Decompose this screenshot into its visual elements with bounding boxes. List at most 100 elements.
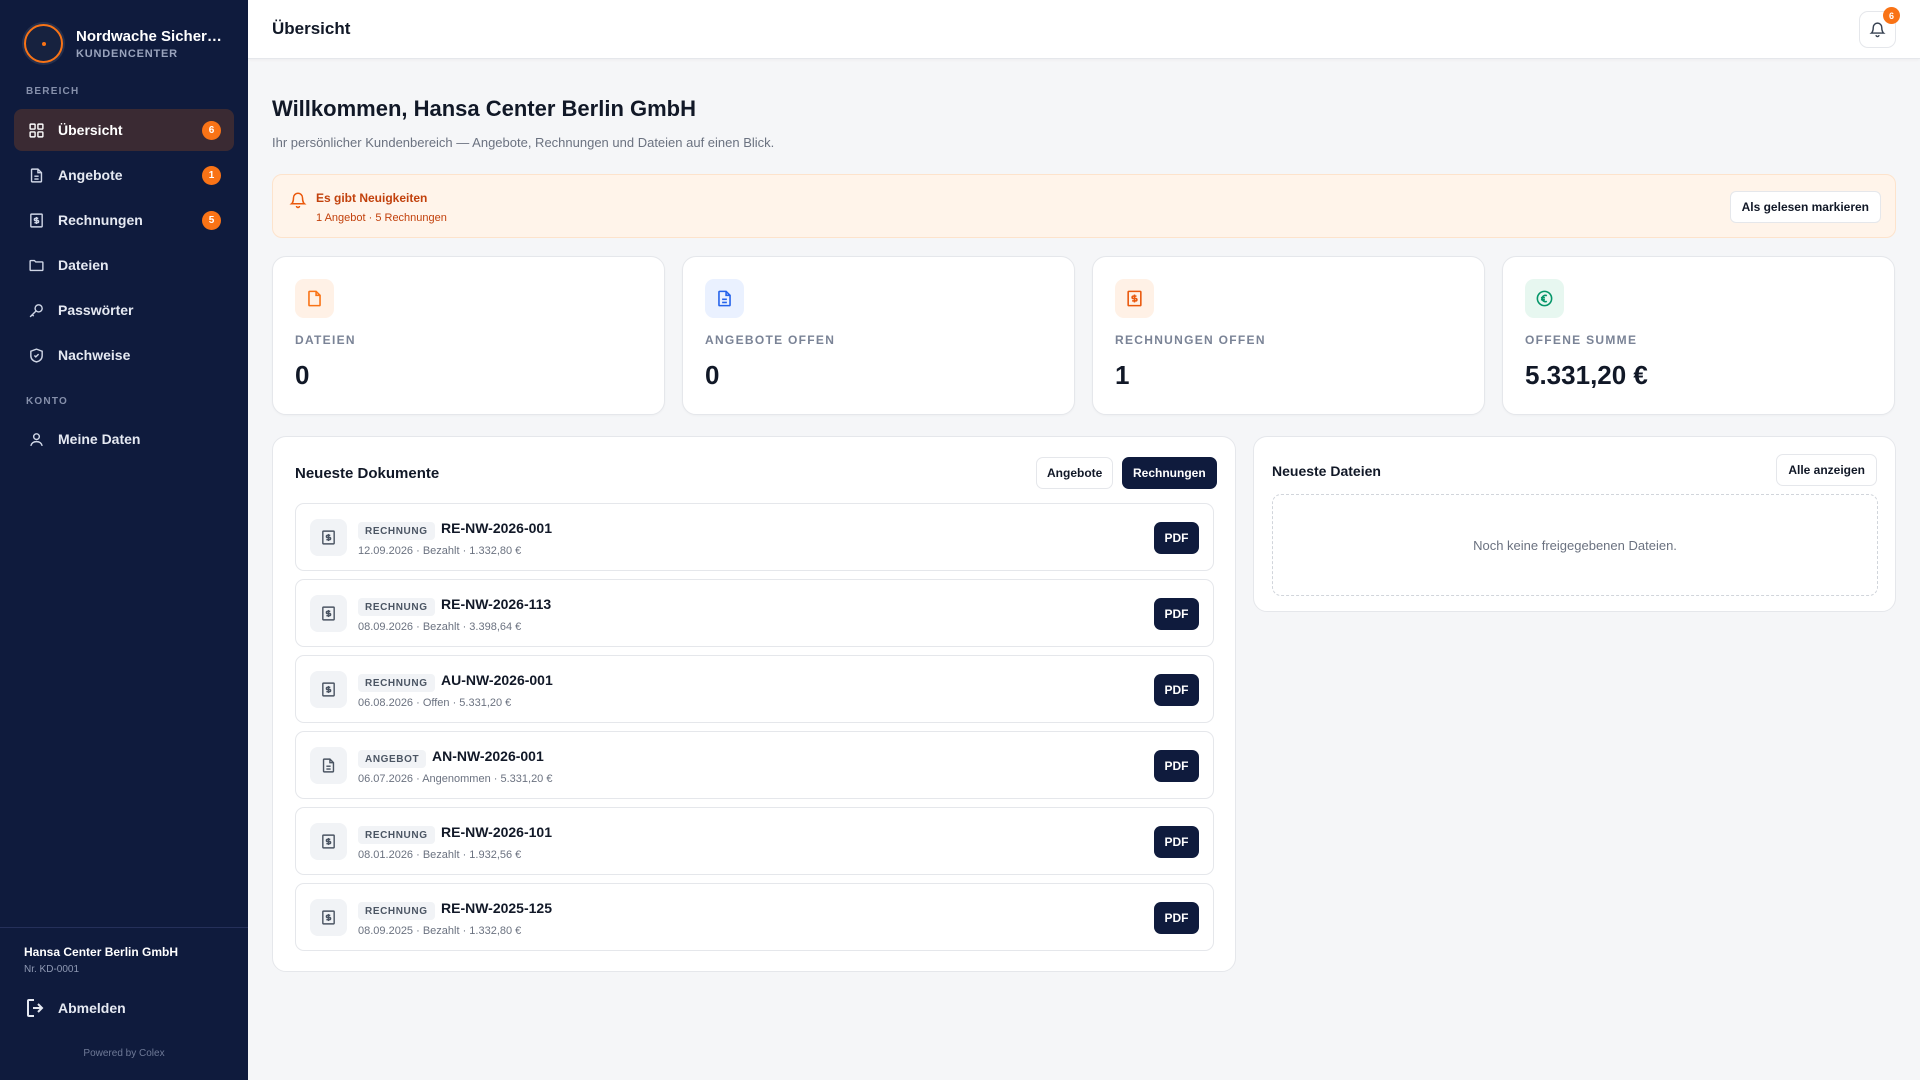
pdf-download-button[interactable]: PDF (1154, 902, 1199, 934)
count-badge: 6 (202, 121, 221, 140)
empty-state: Noch keine freigegebenen Dateien. (1272, 494, 1878, 596)
document-type-badge: RECHNUNG (358, 674, 435, 692)
sidebar-item-label: Nachweise (58, 347, 131, 363)
logout-button[interactable]: Abmelden (24, 996, 126, 1020)
sidebar: Nordwache Sicherh… KUNDENCENTER BEREICH … (0, 0, 248, 1080)
logout-label: Abmelden (58, 1000, 126, 1016)
file-icon (295, 279, 334, 318)
sidebar-item-nachweise[interactable]: Nachweise (14, 334, 234, 376)
news-banner: Es gibt Neuigkeiten 1 Angebot · 5 Rechnu… (272, 174, 1896, 238)
notification-badge: 6 (1883, 7, 1900, 24)
latest-documents-panel: Neueste Dokumente Angebote Rechnungen RE… (272, 436, 1236, 972)
sidebar-item-label: Meine Daten (58, 431, 141, 447)
powered-by: Powered by Colex (83, 1048, 165, 1059)
pdf-download-button[interactable]: PDF (1154, 598, 1199, 630)
panel-title: Neueste Dokumente (295, 465, 440, 482)
document-row[interactable]: RECHNUNG RE-NW-2025-125 08.09.2025 · Bez… (295, 883, 1214, 951)
document-meta: 08.09.2025 · Bezahlt · 1.332,80 € (358, 925, 522, 937)
stat-label: DATEIEN (295, 333, 356, 347)
document-number: RE-NW-2025-125 (441, 900, 552, 916)
news-title: Es gibt Neuigkeiten (316, 191, 428, 205)
shield-icon (27, 346, 45, 364)
sidebar-item-label: Übersicht (58, 122, 123, 138)
sidebar-item-angebote[interactable]: Angebote 1 (14, 154, 234, 196)
section-label-bereich: BEREICH (26, 86, 80, 97)
sidebar-item-dateien[interactable]: Dateien (14, 244, 234, 286)
show-all-files-button[interactable]: Alle anzeigen (1776, 454, 1877, 486)
euro-icon (1525, 279, 1564, 318)
invoice-icon (310, 899, 347, 936)
invoice-icon (310, 519, 347, 556)
folder-icon (27, 256, 45, 274)
invoice-icon (27, 211, 45, 229)
pdf-download-button[interactable]: PDF (1154, 674, 1199, 706)
logout-icon (27, 999, 44, 1017)
section-label-konto: KONTO (26, 396, 68, 407)
stat-label: RECHNUNGEN OFFEN (1115, 333, 1266, 347)
user-icon (27, 430, 45, 448)
stat-card-rechnungen-offen[interactable]: RECHNUNGEN OFFEN 1 (1092, 256, 1485, 415)
document-type-badge: RECHNUNG (358, 598, 435, 616)
notifications-button[interactable]: 6 (1859, 7, 1900, 48)
mark-as-read-button[interactable]: Als gelesen markieren (1729, 191, 1881, 223)
topbar: Übersicht 6 (248, 0, 1920, 59)
stat-value: 1 (1115, 360, 1130, 390)
bell-icon (289, 192, 307, 209)
document-row[interactable]: RECHNUNG AU-NW-2026-001 06.08.2026 · Off… (295, 655, 1214, 723)
customer-name: Hansa Center Berlin GmbH (24, 945, 179, 959)
sidebar-item-label: Rechnungen (58, 212, 143, 228)
sidebar-item-meine-daten[interactable]: Meine Daten (14, 418, 234, 460)
pdf-download-button[interactable]: PDF (1154, 522, 1199, 554)
stat-card-angebote-offen[interactable]: ANGEBOTE OFFEN 0 (682, 256, 1075, 415)
document-row[interactable]: RECHNUNG RE-NW-2026-001 12.09.2026 · Bez… (295, 503, 1214, 571)
sidebar-item-label: Angebote (58, 167, 123, 183)
document-number: AU-NW-2026-001 (441, 672, 553, 688)
stat-label: OFFENE SUMME (1525, 333, 1638, 347)
stat-card-offene-summe[interactable]: OFFENE SUMME 5.331,20 € (1502, 256, 1895, 415)
sidebar-divider (0, 927, 248, 928)
empty-state-text: Noch keine freigegebenen Dateien. (1473, 537, 1677, 553)
customer-number: Nr. KD-0001 (24, 964, 80, 975)
document-type-badge: RECHNUNG (358, 826, 435, 844)
stat-value: 0 (295, 360, 310, 390)
document-icon (27, 166, 45, 184)
bell-icon (1869, 22, 1886, 38)
latest-files-panel: Neueste Dateien Alle anzeigen Noch keine… (1253, 436, 1896, 612)
invoice-icon (1115, 279, 1154, 318)
document-meta: 08.09.2026 · Bezahlt · 3.398,64 € (358, 621, 522, 633)
document-row[interactable]: RECHNUNG RE-NW-2026-113 08.09.2026 · Bez… (295, 579, 1214, 647)
stat-label: ANGEBOTE OFFEN (705, 333, 836, 347)
document-icon (310, 747, 347, 784)
document-number: AN-NW-2026-001 (432, 748, 544, 764)
document-type-badge: RECHNUNG (358, 902, 435, 920)
key-icon (27, 301, 45, 319)
document-row[interactable]: RECHNUNG RE-NW-2026-101 08.01.2026 · Bez… (295, 807, 1214, 875)
panel-title: Neueste Dateien (1272, 463, 1381, 479)
brand-name: Nordwache Sicherh… (76, 27, 226, 45)
filter-rechnungen-button[interactable]: Rechnungen (1122, 457, 1217, 489)
document-meta: 08.01.2026 · Bezahlt · 1.932,56 € (358, 849, 522, 861)
count-badge: 5 (202, 211, 221, 230)
invoice-icon (310, 823, 347, 860)
sidebar-item-rechnungen[interactable]: Rechnungen 5 (14, 199, 234, 241)
document-row[interactable]: ANGEBOT AN-NW-2026-001 06.07.2026 · Ange… (295, 731, 1214, 799)
document-number: RE-NW-2026-113 (441, 596, 552, 612)
document-meta: 06.07.2026 · Angenommen · 5.331,20 € (358, 773, 553, 785)
count-badge: 1 (202, 166, 221, 185)
invoice-icon (310, 671, 347, 708)
sidebar-item-label: Dateien (58, 257, 109, 273)
sidebar-item-uebersicht[interactable]: Übersicht 6 (14, 109, 234, 151)
sidebar-item-passwoerter[interactable]: Passwörter (14, 289, 234, 331)
brand-subtitle: KUNDENCENTER (76, 47, 178, 60)
pdf-download-button[interactable]: PDF (1154, 750, 1199, 782)
stat-card-dateien[interactable]: DATEIEN 0 (272, 256, 665, 415)
filter-angebote-button[interactable]: Angebote (1036, 457, 1114, 489)
page-title: Übersicht (272, 19, 351, 38)
invoice-icon (310, 595, 347, 632)
brand[interactable]: Nordwache Sicherh… KUNDENCENTER (24, 24, 226, 63)
brand-logo-icon (24, 24, 63, 63)
document-number: RE-NW-2026-101 (441, 824, 552, 840)
sidebar-item-label: Passwörter (58, 302, 134, 318)
stat-value: 0 (705, 360, 720, 390)
pdf-download-button[interactable]: PDF (1154, 826, 1199, 858)
